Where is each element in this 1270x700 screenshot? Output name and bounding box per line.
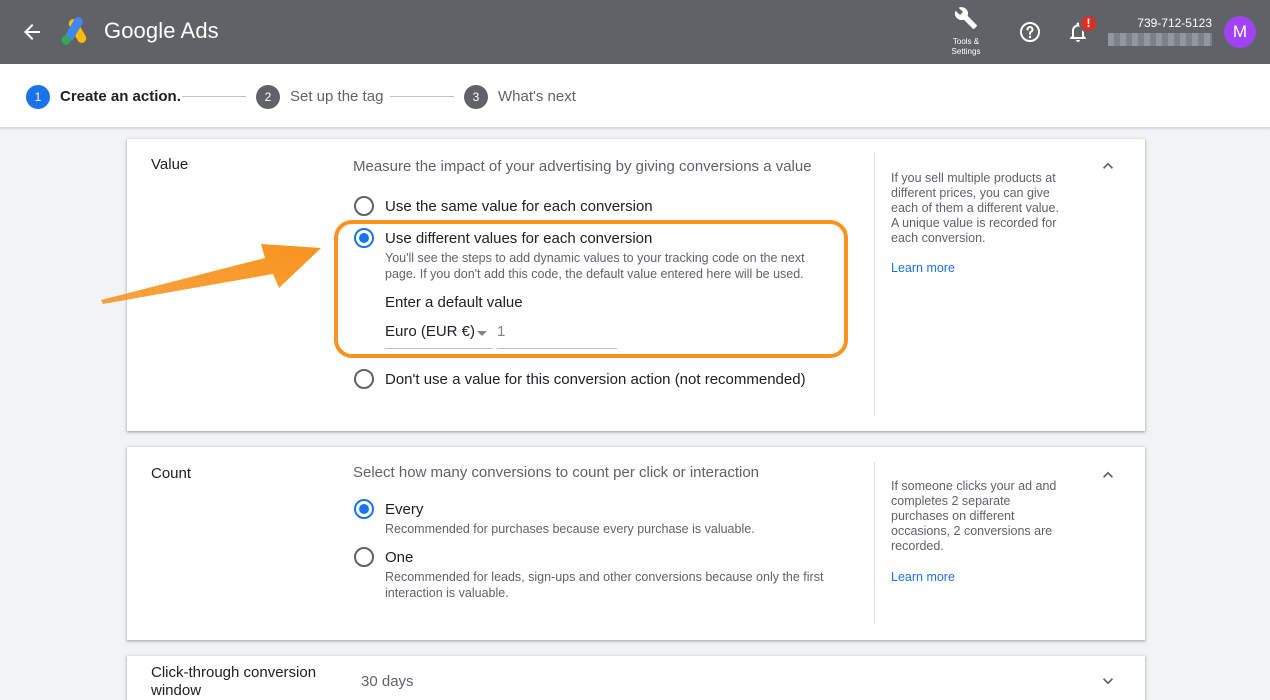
count-help-line: If someone clicks your ad and [891,479,1057,493]
value-help-line: each of them a different value. [891,201,1059,215]
count-help-line: purchases on different [891,509,1015,523]
click-through-title-line2: window [151,682,202,699]
option-same-value-label[interactable]: Use the same value for each conversion [385,198,653,215]
avatar[interactable]: M [1224,16,1256,48]
value-section-description: Measure the impact of your advertising b… [353,158,812,175]
value-help-text: If you sell multiple products at differe… [891,171,1077,246]
help-icon[interactable] [1018,20,1042,44]
radio-one[interactable] [354,547,374,567]
notification-badge: ! [1079,14,1098,33]
count-learn-more-link[interactable]: Learn more [891,570,955,584]
count-help-line: occasions, 2 conversions are [891,524,1053,538]
count-help-line: completes 2 separate [891,494,1011,508]
step-2-label: Set up the tag [290,88,384,105]
step-1-number: 1 [26,85,50,109]
step-3-label: What's next [498,88,576,105]
step-connector [390,96,454,97]
radio-every[interactable] [354,499,374,519]
brand-name: Google Ads [104,18,219,43]
top-app-bar: Google Ads Tools & Settings ! 739-712-51… [0,0,1270,64]
count-section-description: Select how many conversions to count per… [353,464,760,481]
value-help-line: A unique value is recorded for [891,216,1057,230]
account-name-blurred [1108,33,1212,46]
radio-no-value[interactable] [354,369,374,389]
value-help-line: each conversion. [891,231,986,245]
count-section-title: Count [151,465,192,482]
click-through-title-line1: Click-through conversion [151,664,317,681]
tools-settings-button[interactable]: Tools & Settings [944,6,988,57]
tools-label-line1: Tools & [952,37,980,46]
count-section-card: Count Select how many conversions to cou… [127,447,1145,640]
option-one-label[interactable]: One [385,549,413,566]
count-help-text: If someone clicks your ad and completes … [891,479,1077,554]
click-through-title: Click-through conversion window [151,664,316,700]
progress-stepper: 1 Create an action. 2 Set up the tag 3 W… [0,64,1270,128]
option-every-label[interactable]: Every [385,501,423,518]
option-one-hint-line2: interaction is valuable. [385,586,509,600]
chevron-down-icon[interactable] [1098,671,1118,691]
wrench-icon [954,7,977,29]
radio-same-value[interactable] [354,196,374,216]
tools-label-line2: Settings [951,47,981,56]
help-divider [874,462,875,624]
click-through-window-card[interactable]: Click-through conversion window 30 days [127,656,1145,700]
annotation-arrow-icon [101,244,321,304]
option-every-hint: Recommended for purchases because every … [385,522,755,536]
step-2-number: 2 [256,85,280,109]
chevron-up-icon[interactable] [1098,156,1118,176]
step-connector [182,96,246,97]
value-learn-more-link[interactable]: Learn more [891,261,955,275]
option-no-value-label[interactable]: Don't use a value for this conversion ac… [385,371,806,388]
value-help-line: different prices, you can give [891,186,1050,200]
help-divider [874,153,875,415]
chevron-up-icon[interactable] [1098,465,1118,485]
back-arrow-icon[interactable] [20,20,44,44]
click-through-value: 30 days [361,673,414,690]
count-help-line: recorded. [891,539,944,553]
annotation-highlight-box [334,220,848,358]
step-3-number: 3 [464,85,488,109]
account-id[interactable]: 739-712-5123 [1108,16,1212,30]
step-1-label: Create an action. [60,88,181,105]
value-section-title: Value [151,156,189,173]
option-one-hint-line1: Recommended for leads, sign-ups and othe… [385,570,824,584]
value-help-line: If you sell multiple products at [891,171,1056,185]
google-ads-logo-icon [61,17,87,45]
